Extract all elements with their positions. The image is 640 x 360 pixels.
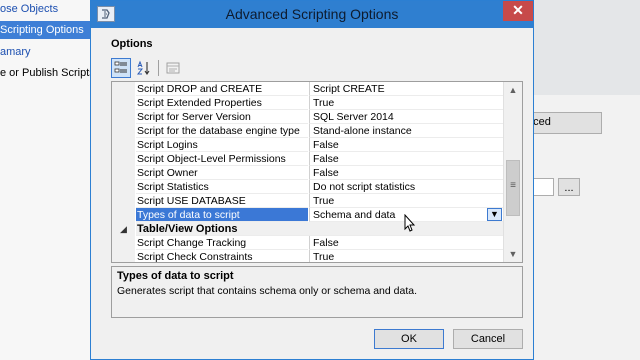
advanced-button[interactable]: nced [522, 112, 602, 134]
alphabetical-icon [136, 60, 150, 75]
property-name: Script for the database engine type [136, 124, 308, 138]
property-value: False [309, 152, 504, 166]
scroll-down-icon[interactable]: ▼ [504, 246, 522, 262]
property-name: Script Extended Properties [136, 96, 308, 110]
options-label: Options [111, 38, 153, 50]
property-category-row[interactable]: ◢ Table/View Options [112, 222, 504, 236]
property-value: True [309, 250, 504, 262]
property-row[interactable]: Script for the database engine type Stan… [112, 124, 504, 138]
background-wizard-nav: ose Objects Scripting Options amary e or… [0, 0, 92, 360]
property-value: Stand-alone instance [309, 124, 504, 138]
property-row[interactable]: Script USE DATABASE True [112, 194, 504, 208]
wizard-nav-item-choose-objects[interactable]: ose Objects [0, 0, 92, 18]
property-value: True [309, 96, 504, 110]
property-grid: Script DROP and CREATE Script CREATE Scr… [111, 81, 523, 263]
collapse-icon[interactable]: ◢ [120, 222, 127, 236]
wizard-nav-item-scripting-options[interactable]: Scripting Options [0, 21, 92, 39]
scroll-up-icon[interactable]: ▲ [504, 82, 522, 98]
property-row[interactable]: Script Extended Properties True [112, 96, 504, 110]
property-row[interactable]: Script Owner False [112, 166, 504, 180]
property-row-selected[interactable]: Types of data to script Schema and data … [112, 208, 504, 222]
ok-button[interactable]: OK [374, 329, 444, 349]
close-button[interactable]: ✕ [503, 1, 533, 21]
description-text: Generates script that contains schema on… [117, 285, 417, 297]
property-value: SQL Server 2014 [309, 110, 504, 124]
scroll-thumb[interactable]: ≡ [506, 160, 520, 216]
property-name: Script DROP and CREATE [136, 82, 308, 96]
property-name: Script Logins [136, 138, 308, 152]
property-row[interactable]: Script Statistics Do not script statisti… [112, 180, 504, 194]
property-pages-button[interactable] [163, 58, 183, 78]
description-panel: Types of data to script Generates script… [111, 266, 523, 318]
property-name: Script Object-Level Permissions [136, 152, 308, 166]
property-name: Script for Server Version [136, 110, 308, 124]
wizard-nav-item-summary[interactable]: amary [0, 43, 92, 61]
property-name: Script Statistics [136, 180, 308, 194]
mouse-cursor-icon [404, 214, 416, 232]
background-wizard-header [522, 0, 640, 95]
alphabetical-button[interactable] [134, 58, 154, 78]
property-value: False [309, 138, 504, 152]
property-grid-scrollbar[interactable]: ▲ ≡ ▼ [503, 82, 522, 262]
property-name: Script Check Constraints [136, 250, 308, 262]
wizard-nav-item-save-or-publish[interactable]: e or Publish Scripts [0, 64, 92, 82]
property-name: Script Change Tracking [136, 236, 308, 250]
property-row[interactable]: Script DROP and CREATE Script CREATE [112, 82, 504, 96]
description-title: Types of data to script [117, 270, 234, 282]
property-row[interactable]: Script Object-Level Permissions False [112, 152, 504, 166]
close-icon: ✕ [512, 2, 524, 18]
chevron-down-icon: ▼ [490, 209, 499, 219]
property-value: Script CREATE [309, 82, 504, 96]
categorized-icon [114, 61, 127, 73]
property-value: False [309, 166, 504, 180]
property-row[interactable]: Script Change Tracking False [112, 236, 504, 250]
categorized-button[interactable] [111, 58, 131, 78]
dropdown-button[interactable]: ▼ [487, 208, 502, 221]
dialog-titlebar: Advanced Scripting Options ✕ [91, 1, 533, 28]
property-row[interactable]: Script Logins False [112, 138, 504, 152]
property-name: Script Owner [136, 166, 308, 180]
property-value: True [309, 194, 504, 208]
cancel-button[interactable]: Cancel [453, 329, 523, 349]
toolbar-separator [158, 60, 159, 76]
browse-button[interactable]: ... [558, 178, 580, 196]
property-row[interactable]: Script for Server Version SQL Server 201… [112, 110, 504, 124]
property-value: Do not script statistics [309, 180, 504, 194]
dialog-title: Advanced Scripting Options [225, 6, 399, 22]
property-name: Script USE DATABASE [136, 194, 308, 208]
advanced-scripting-options-dialog: Advanced Scripting Options ✕ Options Scr… [90, 0, 534, 360]
property-pages-icon [166, 62, 180, 74]
property-name: Types of data to script [136, 208, 308, 222]
property-row[interactable]: Script Check Constraints True [112, 250, 504, 262]
category-name: Table/View Options [136, 222, 504, 236]
property-value: False [309, 236, 504, 250]
